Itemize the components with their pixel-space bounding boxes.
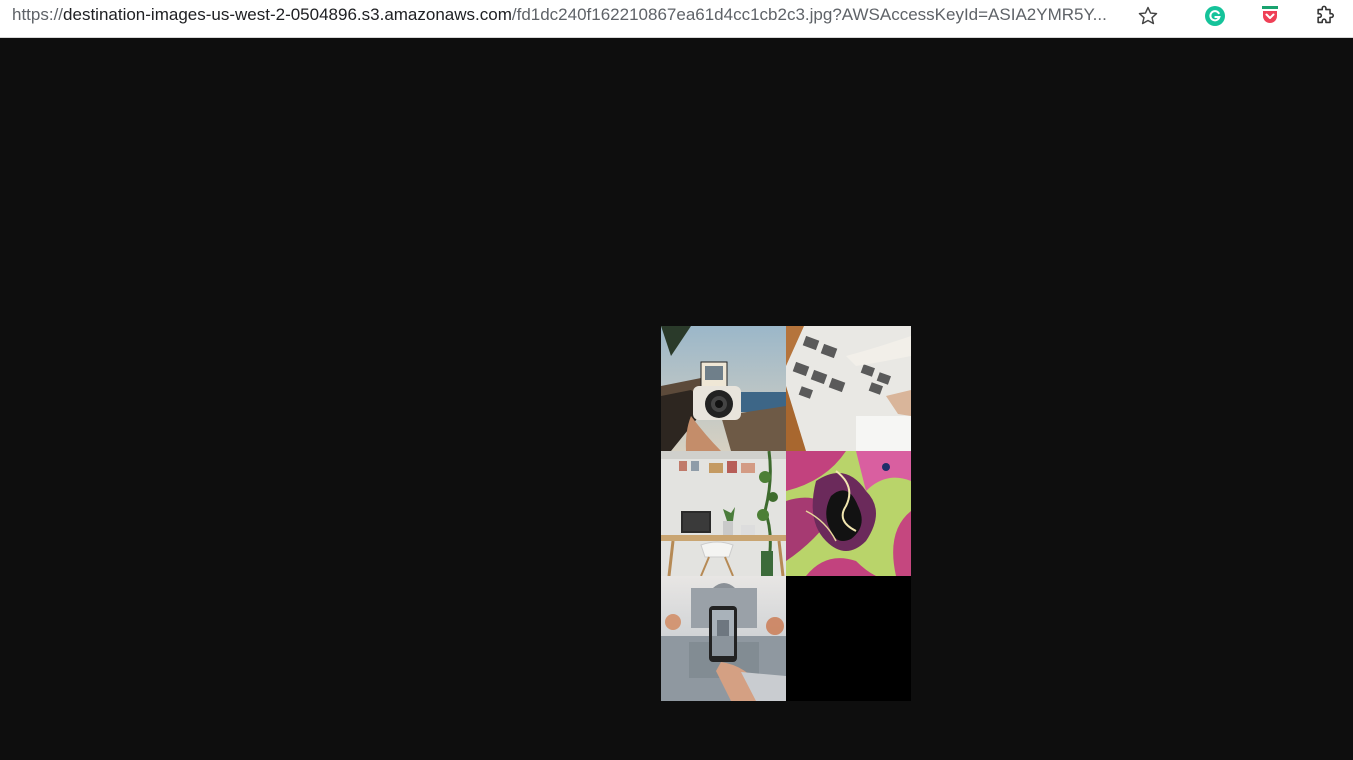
pocket-icon [1262,6,1278,23]
url-path: /fd1dc240f162210867ea61d4cc1cb2c3.jpg?AW… [511,5,1107,24]
url-text[interactable]: https://destination-images-us-west-2-050… [12,4,1122,26]
extensions-menu-button[interactable] [1311,2,1339,30]
bookmark-star-button[interactable] [1134,2,1162,30]
photo-prints-table-photo [786,326,911,451]
url-host: destination-images-us-west-2-0504896.s3.… [63,5,512,24]
grammarly-extension-button[interactable] [1201,2,1229,30]
puzzle-icon [1317,5,1335,24]
camera-waterfront-photo [661,326,786,451]
browser-toolbar: https://destination-images-us-west-2-050… [0,0,1353,38]
grammarly-icon [1205,6,1225,26]
empty-black-tile [786,576,911,701]
star-icon [1138,6,1158,25]
address-bar[interactable]: https://destination-images-us-west-2-050… [0,0,1180,32]
url-scheme: https:// [12,5,64,24]
abstract-marble-art [786,451,911,576]
image-collage[interactable] [661,326,911,701]
pocket-extension-button[interactable] [1256,2,1284,30]
phone-reflection-photo [661,576,786,701]
desk-workspace-photo [661,451,786,576]
